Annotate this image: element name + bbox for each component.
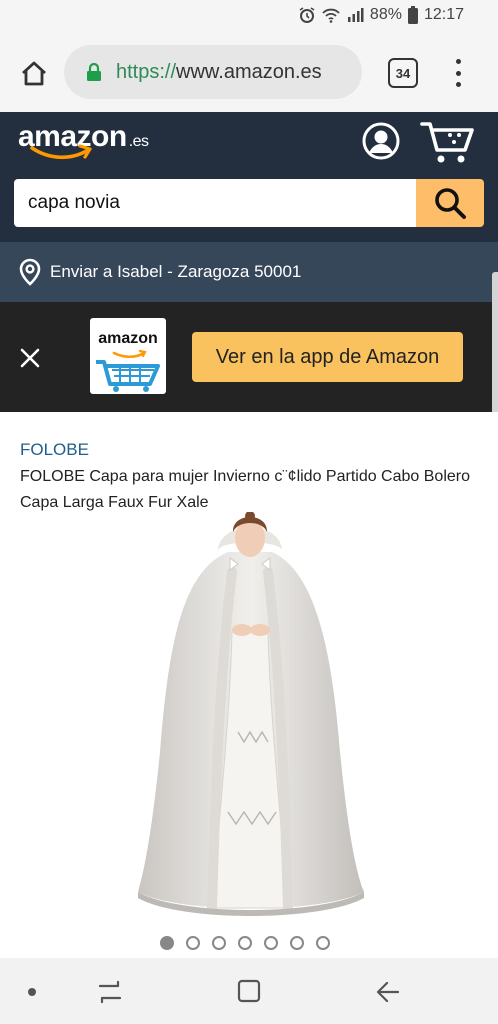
battery-percent: 88% [369, 6, 402, 23]
home-icon [22, 61, 46, 86]
browser-toolbar: https://www.amazon.es 34 [0, 34, 498, 112]
location-pin-icon [19, 258, 41, 286]
product-image[interactable] [120, 512, 380, 922]
url-scheme: https:// [116, 60, 177, 83]
signal-icon [347, 8, 364, 22]
menu-dot [455, 59, 461, 64]
amazon-smile-icon [30, 144, 92, 160]
address-bar[interactable]: https://www.amazon.es [64, 45, 362, 99]
carousel-dot[interactable] [264, 936, 278, 950]
delivery-text: Enviar a Isabel - Zaragoza 50001 [50, 262, 302, 281]
browser-menu-button[interactable] [448, 56, 468, 90]
url-host: www.amazon.es [176, 60, 322, 83]
cart-icon[interactable] [420, 120, 476, 164]
search-input[interactable] [14, 179, 416, 227]
nav-home-icon[interactable] [236, 978, 262, 1004]
carousel-dot[interactable] [316, 936, 330, 950]
wifi-icon [322, 8, 340, 23]
app-cart-graphic [96, 349, 160, 392]
app-promo-banner: amazon Ver en la app de Amazon [0, 302, 498, 412]
carousel-dot[interactable] [238, 936, 252, 950]
carousel-dot[interactable] [186, 936, 200, 950]
product-title[interactable]: FOLOBE Capa para mujer Invierno c¨¢lido … [20, 464, 482, 516]
search-icon [435, 188, 466, 219]
delivery-location-bar[interactable]: Enviar a Isabel - Zaragoza 50001 [0, 242, 498, 302]
account-icon[interactable] [362, 122, 400, 160]
carousel-dot[interactable] [290, 936, 304, 950]
close-icon[interactable] [18, 346, 42, 370]
status-bar: 88% 12:17 [0, 0, 498, 34]
status-icons: 88% 12:17 [298, 6, 464, 24]
tab-switcher-button[interactable]: 34 [388, 58, 418, 88]
product-brand-link[interactable]: FOLOBE [20, 440, 89, 460]
browser-home-button[interactable] [14, 54, 54, 94]
amazon-header: amazon .es [0, 112, 498, 242]
lock-icon [87, 63, 101, 81]
product-section: FOLOBE FOLOBE Capa para mujer Invierno c… [0, 412, 498, 958]
logo-tld: .es [128, 133, 149, 150]
search-bar [14, 179, 484, 227]
back-icon[interactable] [374, 978, 402, 1006]
nav-dot-indicator [28, 988, 36, 996]
clock: 12:17 [423, 6, 464, 23]
carousel-dot[interactable] [160, 936, 174, 950]
search-button[interactable] [416, 179, 484, 227]
menu-dot [455, 70, 461, 76]
image-carousel-dots [160, 936, 330, 950]
alarm-icon [299, 7, 315, 23]
open-in-app-button[interactable]: Ver en la app de Amazon [192, 332, 463, 382]
recent-apps-icon[interactable] [96, 978, 124, 1006]
system-navigation-bar [0, 958, 498, 1024]
amazon-app-icon: amazon [90, 318, 166, 394]
carousel-dot[interactable] [212, 936, 226, 950]
menu-dot [455, 82, 461, 87]
battery-icon [407, 6, 418, 24]
